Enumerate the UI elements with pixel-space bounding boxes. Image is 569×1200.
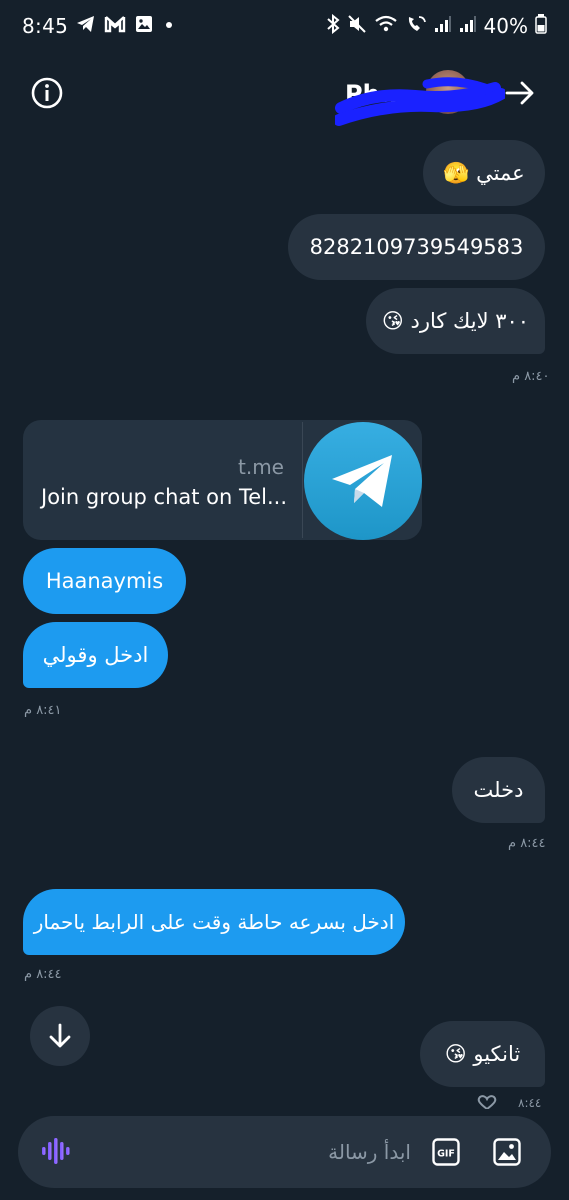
image-icon [493,1138,521,1166]
info-button[interactable] [30,76,64,110]
message-input[interactable]: ابدأ رسالة [328,1140,411,1164]
message-bubble[interactable]: ٣٠٠ لايك كارد 😘 [366,288,545,354]
arrow-down-icon [49,1023,71,1048]
message-bubble[interactable]: ثانكيو 😘 [420,1021,545,1087]
telegram-status-icon [76,15,96,37]
link-domain: t.me [238,455,284,479]
link-title: Join group chat on Tel... [41,485,288,509]
gif-icon: GIF [432,1138,460,1166]
message-bubble[interactable]: Haanaymis [23,548,186,614]
message-bubble[interactable]: ادخل وقولي [23,622,168,688]
status-bar-left: 8:45 [22,12,176,40]
heart-icon[interactable] [475,1094,499,1113]
gallery-icon [134,14,154,38]
forward-button[interactable] [503,78,537,108]
voice-icon [42,1138,70,1164]
message-timestamp: ٨:٤٤ م [24,967,62,982]
image-button[interactable] [493,1138,521,1166]
mute-icon [347,14,367,38]
battery-percentage: 40% [483,14,528,38]
message-bubble[interactable]: دخلت [452,757,545,823]
gmail-icon [104,15,126,37]
wifi-icon [374,14,398,38]
message-timestamp: ٨:٤١ م [24,703,62,718]
voice-message-button[interactable] [40,1136,72,1170]
arrow-right-icon [505,81,534,105]
scroll-down-button[interactable] [30,1006,90,1066]
message-bubble[interactable]: 8282109739549583 [288,214,545,280]
status-bar-right: 40% [326,12,547,40]
message-composer[interactable] [18,1116,551,1188]
message-timestamp: ٨:٤٤ م [508,836,546,851]
bluetooth-icon [326,13,340,38]
message-bubble[interactable]: ادخل بسرعه حاطة وقت على الرابط ياحمار [23,889,405,955]
signal-icon-2 [459,15,477,37]
message-timestamp: ٨:٤٠ م [512,369,550,384]
status-time: 8:45 [22,14,69,38]
telegram-logo-icon [304,422,422,540]
notification-dot-icon [162,17,176,36]
redaction-scribble [333,74,507,134]
message-bubble[interactable]: عمتي 🫣 [423,140,545,206]
info-icon [31,77,63,109]
signal-icon [434,15,452,37]
card-divider [302,422,303,538]
battery-icon [535,14,547,38]
message-timestamp: ٨:٤٤ [518,1096,542,1110]
wifi-call-icon [405,14,427,38]
gif-button[interactable]: GIF [432,1138,460,1166]
gif-label: GIF [437,1149,455,1160]
